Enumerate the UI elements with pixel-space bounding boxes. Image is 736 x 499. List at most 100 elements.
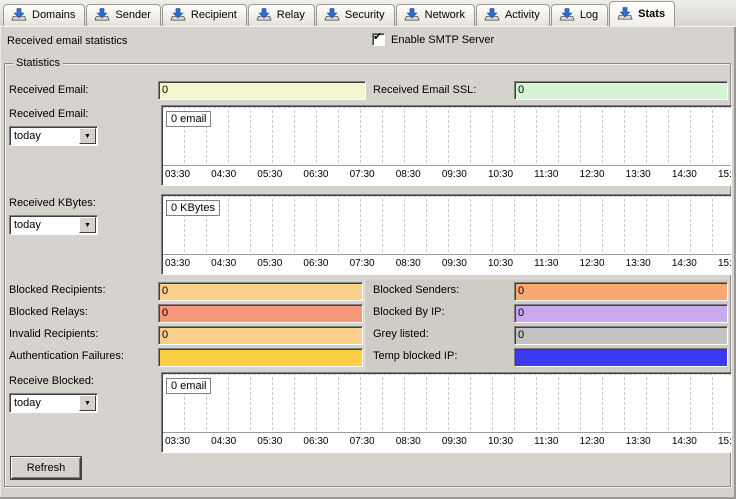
x-tick-label: 10:30: [488, 169, 513, 180]
chart-x-axis: 03:3004:3005:3006:3007:3008:3009:3010:30…: [165, 258, 732, 269]
x-tick-label: 14:30: [672, 436, 697, 447]
tab-activity[interactable]: Activity: [476, 4, 550, 26]
temp-blocked-ip-label: Temp blocked IP:: [373, 350, 457, 362]
x-tick-label: 14:30: [672, 258, 697, 269]
received-kbytes-period-select[interactable]: today ▼: [9, 215, 98, 235]
chart-plot-area: 0 KBytes: [163, 196, 732, 255]
x-tick-label: 13:30: [626, 258, 651, 269]
received-email-chart-label: Received Email:: [9, 108, 88, 120]
received-email-period-select[interactable]: today ▼: [9, 126, 98, 146]
x-tick-label: 09:30: [442, 436, 467, 447]
period-value: today: [14, 397, 41, 409]
mail-inbox-icon: [484, 8, 500, 21]
x-tick-label: 15:30: [718, 258, 732, 269]
x-tick-label: 08:30: [396, 169, 421, 180]
authentication-failures-label: Authentication Failures:: [9, 350, 124, 362]
tab-log[interactable]: Log: [551, 4, 608, 26]
receive-blocked-period-select[interactable]: today ▼: [9, 393, 98, 413]
x-tick-label: 11:30: [534, 258, 558, 269]
tab-label: Domains: [32, 9, 75, 21]
tab-label: Security: [345, 9, 385, 21]
x-tick-label: 07:30: [350, 258, 375, 269]
tab-security[interactable]: Security: [316, 4, 395, 26]
chevron-down-icon[interactable]: ▼: [79, 395, 96, 411]
mail-inbox-icon: [324, 8, 340, 21]
grey-listed-field[interactable]: 0: [514, 326, 728, 345]
temp-blocked-ip-field[interactable]: [514, 348, 728, 367]
chart-x-axis: 03:3004:3005:3006:3007:3008:3009:3010:30…: [165, 169, 732, 180]
x-tick-label: 15:30: [718, 169, 732, 180]
invalid-recipients-label: Invalid Recipients:: [9, 328, 98, 340]
x-tick-label: 06:30: [303, 258, 328, 269]
tab-recipient[interactable]: Recipient: [162, 4, 247, 26]
chevron-down-icon[interactable]: ▼: [79, 128, 96, 144]
blocked-senders-label: Blocked Senders:: [373, 284, 459, 296]
blocked-recipients-field[interactable]: 0: [158, 282, 363, 301]
x-tick-label: 10:30: [488, 258, 513, 269]
tab-label: Activity: [505, 9, 540, 21]
mail-inbox-icon: [11, 8, 27, 21]
received-email-total-field[interactable]: 0: [158, 81, 366, 100]
x-tick-label: 09:30: [442, 169, 467, 180]
received-email-total-label: Received Email:: [9, 84, 88, 96]
tab-bar: Domains Sender Recipient Relay Security: [0, 0, 736, 27]
received-kbytes-chart-label: Received KBytes:: [9, 197, 96, 209]
x-tick-label: 08:30: [396, 436, 421, 447]
x-tick-label: 07:30: [350, 436, 375, 447]
x-tick-label: 11:30: [534, 436, 558, 447]
enable-smtp-checkbox[interactable]: ✔: [372, 33, 385, 46]
chevron-down-icon[interactable]: ▼: [79, 217, 96, 233]
x-tick-label: 13:30: [626, 436, 651, 447]
mail-inbox-icon: [256, 8, 272, 21]
groupbox-title: Statistics: [13, 57, 63, 69]
mail-inbox-icon: [94, 8, 110, 21]
chart-legend: 0 email: [166, 378, 211, 394]
page-description: Received email statistics: [7, 35, 127, 47]
statistics-groupbox: Statistics Received Email: 0 Received Em…: [4, 63, 731, 487]
period-value: today: [14, 130, 41, 142]
refresh-button[interactable]: Refresh: [11, 457, 81, 479]
chart-legend: 0 KBytes: [166, 200, 220, 216]
received-email-ssl-field[interactable]: 0: [514, 81, 728, 100]
blocked-relays-label: Blocked Relays:: [9, 306, 88, 318]
mail-inbox-icon: [170, 8, 186, 21]
chart-plot-area: 0 email: [163, 374, 732, 433]
tab-label: Relay: [277, 9, 305, 21]
tab-stats[interactable]: Stats: [609, 1, 675, 27]
x-tick-label: 04:30: [211, 169, 236, 180]
blocked-by-ip-label: Blocked By IP:: [373, 306, 445, 318]
smtp-server-stats-window: Domains Sender Recipient Relay Security: [0, 0, 736, 499]
mail-inbox-icon: [404, 8, 420, 21]
grey-listed-label: Grey listed:: [373, 328, 429, 340]
invalid-recipients-field[interactable]: 0: [158, 326, 363, 345]
tab-network[interactable]: Network: [396, 4, 475, 26]
tab-label: Network: [425, 9, 465, 21]
chart-x-axis: 03:3004:3005:3006:3007:3008:3009:3010:30…: [165, 436, 732, 447]
chart-legend: 0 email: [166, 111, 211, 127]
tab-label: Sender: [115, 9, 150, 21]
received-kbytes-chart: 0 KBytes 03:3004:3005:3006:3007:3008:300…: [161, 194, 732, 275]
x-tick-label: 09:30: [442, 258, 467, 269]
blocked-relays-field[interactable]: 0: [158, 304, 363, 323]
stats-tab-panel: Received email statistics ✔ Enable SMTP …: [0, 27, 736, 499]
authentication-failures-field[interactable]: [158, 348, 363, 367]
tab-label: Stats: [638, 8, 665, 20]
receive-blocked-chart-label: Receive Blocked:: [9, 375, 94, 387]
x-tick-label: 14:30: [672, 169, 697, 180]
blocked-recipients-label: Blocked Recipients:: [9, 284, 106, 296]
tab-domains[interactable]: Domains: [3, 4, 85, 26]
tab-relay[interactable]: Relay: [248, 4, 315, 26]
x-tick-label: 05:30: [257, 258, 282, 269]
tab-sender[interactable]: Sender: [86, 4, 160, 26]
blocked-by-ip-field[interactable]: 0: [514, 304, 728, 323]
x-tick-label: 07:30: [350, 169, 375, 180]
x-tick-label: 03:30: [165, 169, 190, 180]
enable-smtp-row: ✔ Enable SMTP Server: [372, 33, 494, 46]
x-tick-label: 12:30: [580, 258, 605, 269]
x-tick-label: 12:30: [580, 169, 605, 180]
blocked-senders-field[interactable]: 0: [514, 282, 728, 301]
received-email-chart: 0 email 03:3004:3005:3006:3007:3008:3009…: [161, 105, 732, 186]
x-tick-label: 04:30: [211, 436, 236, 447]
tab-label: Log: [580, 9, 598, 21]
enable-smtp-label: Enable SMTP Server: [391, 34, 494, 46]
